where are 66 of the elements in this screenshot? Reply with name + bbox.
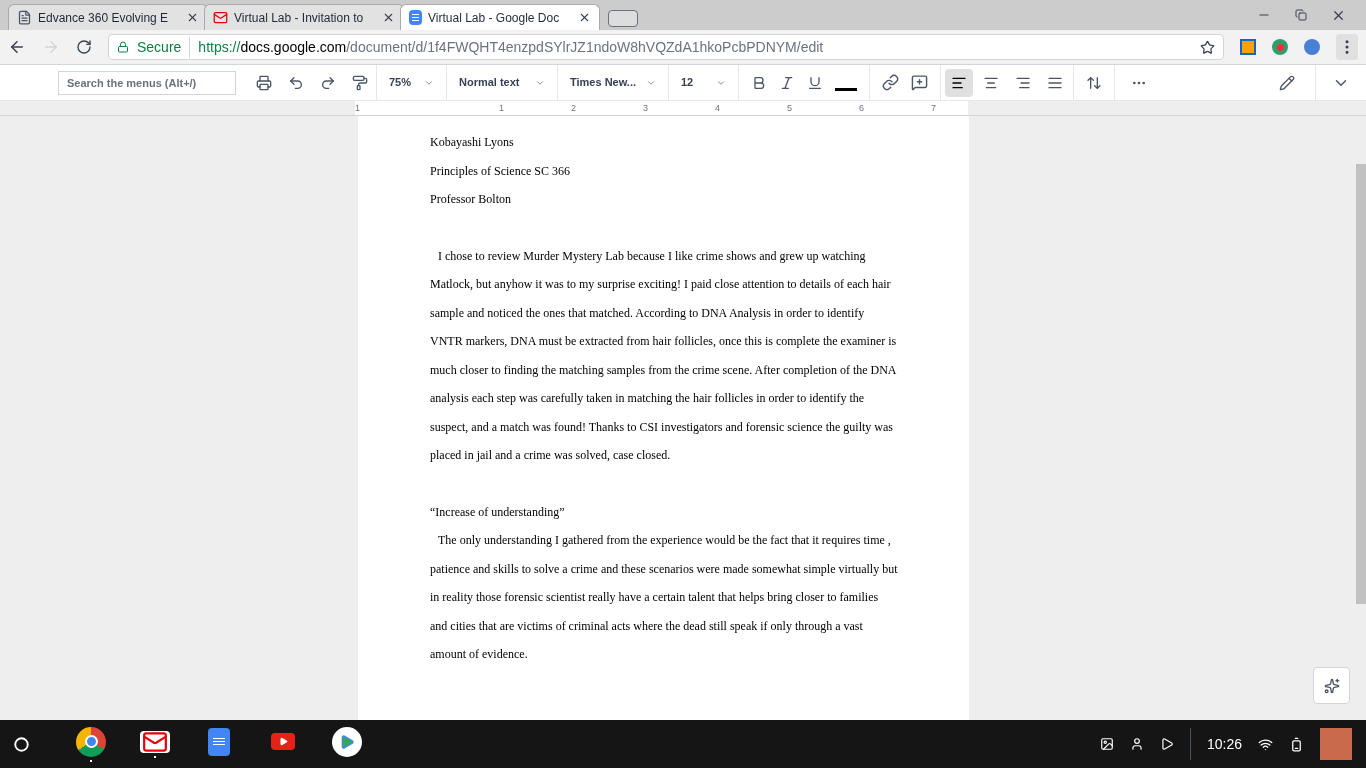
image-icon[interactable] — [1099, 737, 1114, 751]
search-menus-field[interactable]: Search the menus (Alt+/) — [58, 70, 236, 95]
tab-title: Edvance 360 Evolving E — [38, 9, 170, 27]
ruler-number: 1 — [499, 103, 504, 113]
ruler-number: 6 — [859, 103, 864, 113]
secure-label: Secure — [137, 36, 191, 58]
add-comment-icon[interactable] — [911, 74, 928, 91]
extension-globe-icon[interactable] — [1304, 39, 1320, 55]
close-icon[interactable] — [382, 11, 395, 24]
back-icon[interactable] — [8, 38, 26, 56]
header-line: Principles of Science SC 366 — [430, 162, 571, 180]
video-play-icon[interactable] — [271, 733, 295, 750]
tab-title: Virtual Lab - Invitation to — [234, 9, 365, 27]
sparkle-icon — [1323, 677, 1340, 694]
italic-icon[interactable] — [779, 74, 795, 91]
paint-format-icon[interactable] — [352, 74, 368, 91]
mail-icon[interactable] — [140, 730, 170, 753]
section-heading: “Increase of understanding” — [430, 503, 566, 521]
mail-icon — [213, 10, 228, 25]
undo-icon[interactable] — [288, 74, 304, 91]
ruler-number: 3 — [643, 103, 648, 113]
link-icon[interactable] — [882, 74, 899, 91]
font-size-dropdown[interactable]: 12 — [669, 65, 739, 100]
bold-icon[interactable] — [751, 74, 767, 91]
clock-time[interactable]: 10:26 — [1206, 733, 1242, 755]
menu-icon[interactable] — [1336, 34, 1358, 60]
url-text: https://docs.google.com/document/d/1f4FWQHT4enzpdSYlrJZ1ndoW8hVQZdA1hkoPcbPDNYM/edit — [198, 37, 825, 57]
tab-title: Virtual Lab - Google Doc — [428, 9, 561, 27]
underline-icon[interactable] — [807, 74, 823, 91]
bookmark-star-icon[interactable] — [1200, 39, 1215, 55]
ruler-number: 4 — [715, 103, 720, 113]
browser-tab[interactable]: Virtual Lab - Google Doc — [400, 4, 600, 30]
header-line: Professor Bolton — [430, 191, 512, 208]
ruler-number: 5 — [787, 103, 792, 113]
document-icon — [409, 10, 422, 25]
chrome-icon[interactable] — [76, 726, 106, 757]
new-tab-button[interactable] — [608, 10, 638, 27]
person-icon[interactable] — [1129, 737, 1144, 751]
wifi-icon — [1258, 736, 1273, 752]
print-icon[interactable] — [256, 74, 272, 91]
redo-icon[interactable] — [320, 74, 336, 91]
body-paragraph: The only understanding I gathered from the experience would be the fact that it requires time , patience and skills to solve a crime and these scenarios were made somewhat simple virtually but in reality those forensic scientist really have a certain talent that helps bring closer to families and cities that are victims of criminal acts where the dead still speak if only through a vast amount of evidence. — [430, 532, 898, 663]
header-line: Kobayashi Lyons — [430, 134, 515, 151]
font-dropdown[interactable]: Times New... — [558, 65, 669, 100]
restore-icon[interactable] — [1295, 9, 1307, 21]
launcher-icon[interactable] — [14, 736, 29, 752]
body-paragraph: I chose to review Murder Mystery Lab because I like crime shows and grew up watching Matlock, but anyhow it was to my surprise exciting! I paid close attention to details of each hair sample and noticed the ones that matched. According to DNA Analysis in order to identify VNTR markers, DNA must be extracted from hair follicles, once this is complete the examiner is much closer to finding the matching samples from the crime scene. After completion of the DNA analysis each step was carefully taken in matching the hair follicles in order to identify the suspect, and a match was found! Thanks to CSI investigators and forensic science the guilty was placed in jail and a crime was solved, case closed. — [430, 247, 898, 464]
zoom-dropdown[interactable]: 75% — [377, 65, 447, 100]
editing-mode-icon[interactable] — [1279, 74, 1295, 91]
ruler-number: 1 — [355, 103, 360, 113]
explore-button[interactable] — [1313, 667, 1350, 704]
scrollbar[interactable] — [1356, 164, 1366, 604]
align-button[interactable] — [945, 68, 973, 97]
close-icon[interactable] — [578, 11, 591, 24]
ruler-number: 2 — [571, 103, 576, 113]
extension-cube-icon[interactable] — [1240, 39, 1256, 55]
reload-icon[interactable] — [76, 39, 92, 55]
close-icon[interactable] — [186, 11, 199, 24]
page-icon — [17, 10, 32, 25]
address-field[interactable]: Secure https://docs.google.com/document/d/1f4FWQHT4enzpdSYlrJZ1ndoW8hVQZdA1hkoPcbPDNYM/edit — [108, 34, 1224, 60]
style-dropdown[interactable]: Normal text — [447, 65, 558, 100]
ruler-number: 7 — [931, 103, 936, 113]
lock-icon — [117, 41, 129, 53]
line-spacing-icon[interactable] — [1086, 74, 1102, 91]
document-icon[interactable] — [208, 727, 230, 756]
battery-icon — [1289, 736, 1304, 752]
